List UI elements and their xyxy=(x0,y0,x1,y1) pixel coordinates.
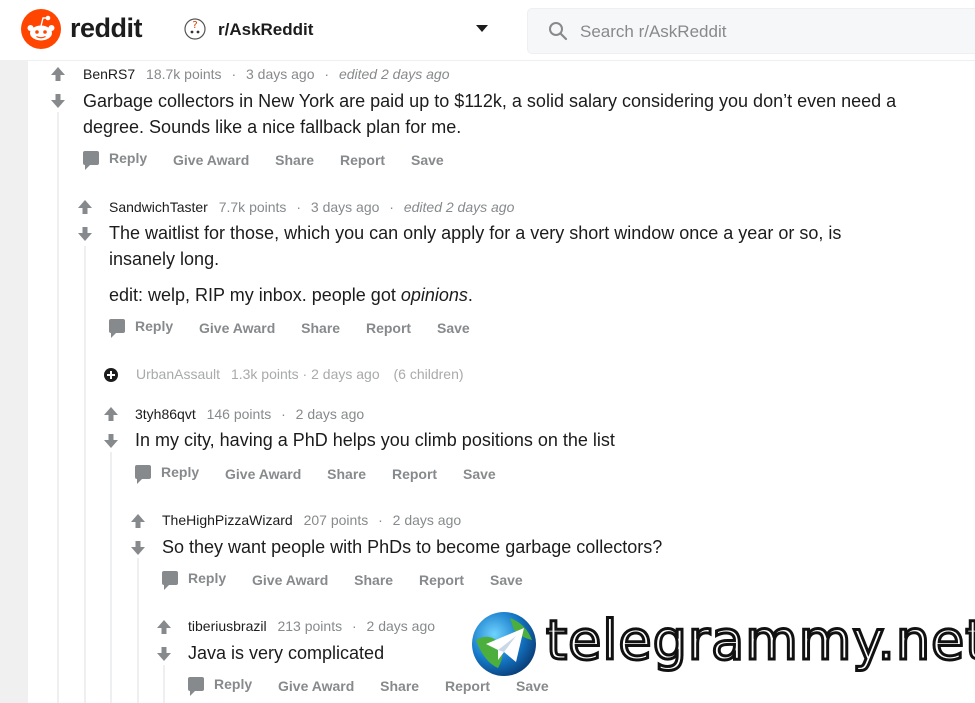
give-award-button[interactable]: Give Award xyxy=(225,466,301,482)
upvote-icon[interactable] xyxy=(130,513,146,529)
save-button[interactable]: Save xyxy=(490,572,523,588)
chat-icon xyxy=(188,677,204,696)
comment-points: 18.7k points xyxy=(146,66,222,82)
report-button[interactable]: Report xyxy=(392,466,437,482)
comment-author[interactable]: TheHighPizzaWizard xyxy=(162,512,293,528)
share-button[interactable]: Share xyxy=(301,320,340,336)
comment-meta: tiberiusbrazil 213 points · 2 days ago xyxy=(188,618,436,634)
save-button[interactable]: Save xyxy=(437,320,470,336)
comment-meta: TheHighPizzaWizard 207 points · 2 days a… xyxy=(162,512,462,528)
search-input[interactable] xyxy=(578,17,962,47)
comment-author[interactable]: tiberiusbrazil xyxy=(188,618,267,634)
search-bar[interactable] xyxy=(527,8,975,54)
comment-time[interactable]: 3 days ago xyxy=(311,199,380,215)
reddit-wordmark[interactable]: reddit xyxy=(70,13,143,44)
share-button[interactable]: Share xyxy=(275,152,314,168)
upvote-icon[interactable] xyxy=(103,406,119,422)
reply-button[interactable]: Reply xyxy=(188,676,252,696)
give-award-button[interactable]: Give Award xyxy=(278,678,354,694)
comment-time[interactable]: 2 days ago xyxy=(367,618,436,634)
search-icon xyxy=(549,22,568,41)
comment-actions: Reply Give Award Share Report Save xyxy=(162,570,545,590)
collapsed-comment[interactable]: UrbanAssault 1.3k points · 2 days ago (6… xyxy=(136,366,464,382)
left-gutter xyxy=(0,60,28,703)
comment-points: 1.3k points xyxy=(230,366,299,382)
comment-actions: Reply Give Award Share Report Save xyxy=(135,464,518,484)
chat-icon xyxy=(162,571,178,590)
comment-body: The waitlist for those, which you can on… xyxy=(109,223,842,269)
downvote-icon[interactable] xyxy=(50,93,66,109)
save-button[interactable]: Save xyxy=(411,152,444,168)
chat-icon xyxy=(83,151,99,170)
thread-line xyxy=(57,112,59,703)
reply-button[interactable]: Reply xyxy=(135,464,199,484)
comment-meta: 3tyh86qvt 146 points · 2 days ago xyxy=(135,406,365,422)
thread-line xyxy=(110,452,112,703)
chevron-down-icon[interactable] xyxy=(476,25,488,32)
report-button[interactable]: Report xyxy=(340,152,385,168)
give-award-button[interactable]: Give Award xyxy=(252,572,328,588)
subreddit-icon: ? xyxy=(184,18,206,40)
upvote-icon[interactable] xyxy=(50,66,66,82)
comment-points: 7.7k points xyxy=(218,199,287,215)
comment-edited: edited 2 days ago xyxy=(338,66,450,82)
downvote-icon[interactable] xyxy=(130,540,146,556)
comment-points: 146 points xyxy=(206,406,272,422)
comment-author[interactable]: UrbanAssault xyxy=(136,366,220,382)
upvote-icon[interactable] xyxy=(77,199,93,215)
give-award-button[interactable]: Give Award xyxy=(199,320,275,336)
reply-button[interactable]: Reply xyxy=(109,318,173,338)
chat-icon xyxy=(109,319,125,338)
downvote-icon[interactable] xyxy=(156,646,172,662)
comment-body: Garbage collectors in New York are paid … xyxy=(83,91,897,137)
thread-line xyxy=(84,246,86,703)
watermark: telegrammy.net xyxy=(470,608,975,688)
comment-body: In my city, having a PhD helps you climb… xyxy=(135,430,615,450)
top-bar: reddit ? r/AskReddit xyxy=(0,0,975,61)
share-button[interactable]: Share xyxy=(354,572,393,588)
comment-meta: BenRS7 18.7k points · 3 days ago · edite… xyxy=(83,66,450,82)
thread-line xyxy=(137,558,139,703)
save-button[interactable]: Save xyxy=(463,466,496,482)
children-count: (6 children) xyxy=(393,366,464,382)
give-award-button[interactable]: Give Award xyxy=(173,152,249,168)
comment-time[interactable]: 2 days ago xyxy=(393,512,462,528)
upvote-icon[interactable] xyxy=(156,619,172,635)
comment-meta: SandwichTaster 7.7k points · 3 days ago … xyxy=(109,199,515,215)
share-button[interactable]: Share xyxy=(380,678,419,694)
comment-points: 213 points xyxy=(277,618,343,634)
report-button[interactable]: Report xyxy=(419,572,464,588)
comment-time[interactable]: 2 days ago xyxy=(296,406,365,422)
comment-actions: Reply Give Award Share Report Save xyxy=(109,318,492,338)
comment-body-edit: edit: welp, RIP my inbox. people got opi… xyxy=(109,285,473,305)
reddit-logo-icon[interactable] xyxy=(21,9,61,49)
thread-line xyxy=(163,665,165,703)
chat-icon xyxy=(135,465,151,484)
comment-time[interactable]: 3 days ago xyxy=(246,66,315,82)
comment-author[interactable]: BenRS7 xyxy=(83,66,135,82)
report-button[interactable]: Report xyxy=(366,320,411,336)
comment-actions: Reply Give Award Share Report Save xyxy=(83,150,466,170)
comment-edited: edited 2 days ago xyxy=(403,199,515,215)
expand-icon[interactable] xyxy=(104,368,118,382)
downvote-icon[interactable] xyxy=(103,433,119,449)
telegram-globe-icon xyxy=(472,612,536,676)
reply-button[interactable]: Reply xyxy=(83,150,147,170)
comment-points: 207 points xyxy=(303,512,369,528)
svg-text:?: ? xyxy=(192,20,197,31)
reply-button[interactable]: Reply xyxy=(162,570,226,590)
comment-author[interactable]: SandwichTaster xyxy=(109,199,208,215)
downvote-icon[interactable] xyxy=(77,226,93,242)
comment-body: So they want people with PhDs to become … xyxy=(162,537,663,557)
watermark-text: telegrammy.net xyxy=(544,608,975,674)
subreddit-name[interactable]: r/AskReddit xyxy=(218,20,313,40)
share-button[interactable]: Share xyxy=(327,466,366,482)
comment-time: 2 days ago xyxy=(311,366,380,382)
comment-author[interactable]: 3tyh86qvt xyxy=(135,406,196,422)
